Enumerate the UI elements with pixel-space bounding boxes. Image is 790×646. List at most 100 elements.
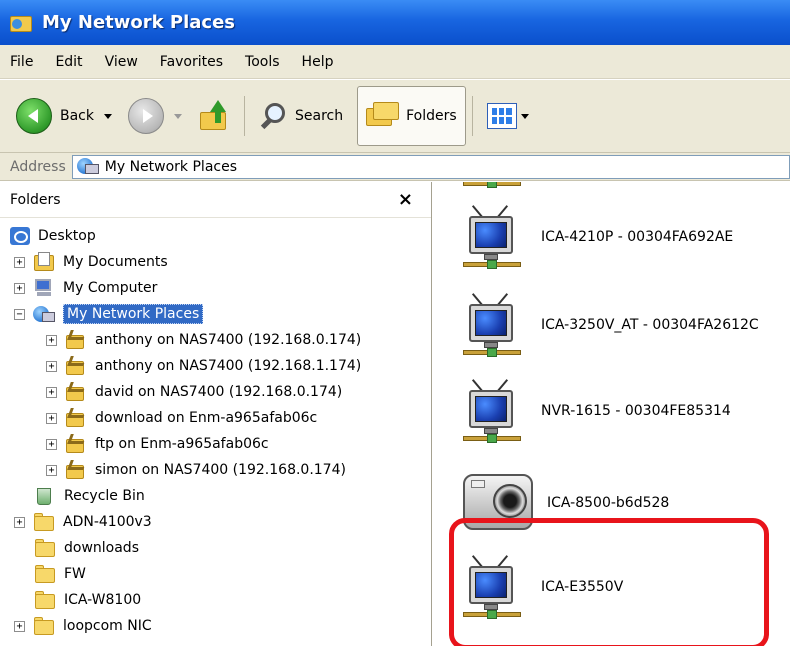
tree-item-label: simon on NAS7400 (192.168.0.174) — [95, 462, 346, 478]
menu-bar: File Edit View Favorites Tools Help — [0, 45, 790, 79]
menu-view[interactable]: View — [105, 54, 138, 70]
tree-item-my-computer[interactable]: + My Computer — [14, 275, 157, 301]
search-icon — [259, 101, 289, 131]
desktop-icon — [10, 227, 30, 245]
device-label: ICA-E3550V — [541, 579, 624, 595]
network-camera-icon — [463, 182, 529, 188]
network-places-icon — [76, 157, 99, 176]
views-icon — [486, 103, 517, 129]
my-computer-icon — [33, 278, 55, 298]
tree-item-share[interactable]: + david on NAS7400 (192.168.0.174) — [46, 379, 342, 405]
tree-item-folder[interactable]: FW — [34, 561, 86, 587]
tree-item-label: Desktop — [38, 228, 96, 244]
device-item[interactable]: ICA-4210P - 00304FA692AE — [463, 202, 733, 272]
device-item[interactable]: ICA-3250V_AT - 00304FA2612C — [463, 290, 759, 360]
tree-item-label: Recycle Bin — [64, 488, 145, 504]
title-bar: My Network Places — [0, 0, 790, 45]
tree-item-label: loopcom NIC — [63, 618, 152, 634]
folders-pane-title: Folders — [10, 191, 61, 208]
expand-icon[interactable]: + — [46, 386, 57, 398]
network-camera-icon — [463, 202, 529, 272]
tree-item-label: anthony on NAS7400 (192.168.0.174) — [95, 332, 362, 348]
device-item[interactable]: NVR-1615 - 00304FE85314 — [463, 376, 731, 446]
up-button[interactable] — [190, 88, 238, 144]
device-item-selected-target[interactable]: ICA-E3550V — [463, 552, 623, 622]
tree-item-label: ADN-4100v3 — [63, 514, 152, 530]
tree-item-label: downloads — [64, 540, 139, 556]
tree-item-share[interactable]: + ftp on Enm-a965afab06c — [46, 431, 269, 457]
device-item[interactable]: ICA-8500-b6d528 — [463, 470, 669, 536]
content-pane: ICA-4210P - 00304FA692AE ICA-3250V_AT - … — [433, 182, 790, 646]
forward-dropdown-icon[interactable] — [174, 113, 182, 119]
address-value: My Network Places — [104, 158, 237, 175]
network-share-icon — [65, 408, 87, 428]
tree-item-label: ICA-W8100 — [64, 592, 142, 608]
device-label: NVR-1615 - 00304FE85314 — [541, 403, 731, 419]
tree-item-label: My Documents — [63, 254, 168, 270]
tree-item-share[interactable]: + download on Enm-a965afab06c — [46, 405, 317, 431]
tree-item-folder[interactable]: + ADN-4100v3 — [14, 509, 152, 535]
menu-favorites[interactable]: Favorites — [160, 54, 223, 70]
camera-icon — [463, 470, 535, 536]
toolbar-separator — [471, 96, 473, 136]
menu-help[interactable]: Help — [302, 54, 334, 70]
views-button[interactable] — [479, 88, 537, 144]
search-label: Search — [295, 108, 344, 124]
device-label: ICA-3250V_AT - 00304FA2612C — [541, 317, 759, 333]
back-label: Back — [60, 108, 94, 124]
back-arrow-icon — [16, 98, 52, 134]
network-share-icon — [65, 356, 87, 376]
tree-item-desktop[interactable]: Desktop — [10, 223, 96, 249]
menu-file[interactable]: File — [10, 54, 33, 70]
device-label: ICA-4210P - 00304FA692AE — [541, 229, 734, 245]
expand-icon[interactable]: + — [46, 412, 57, 424]
address-field[interactable]: My Network Places — [71, 154, 790, 179]
menu-edit[interactable]: Edit — [55, 54, 82, 70]
collapse-icon[interactable]: − — [14, 308, 25, 320]
tree-item-my-network-places[interactable]: − My Network Places — [14, 301, 204, 327]
folders-pane: Folders × Desktop + My Documents + My Co… — [0, 182, 432, 646]
back-dropdown-icon[interactable] — [104, 113, 112, 119]
folders-icon — [366, 102, 400, 130]
close-icon[interactable]: × — [398, 189, 413, 210]
folder-icon — [33, 616, 55, 636]
device-label: ICA-8500-b6d528 — [547, 495, 670, 511]
forward-button[interactable] — [120, 88, 190, 144]
folder-up-icon — [198, 100, 230, 132]
tree-item-share[interactable]: + anthony on NAS7400 (192.168.1.174) — [46, 353, 361, 379]
expand-icon[interactable]: + — [46, 438, 57, 450]
tree-item-share[interactable]: + anthony on NAS7400 (192.168.0.174) — [46, 327, 361, 353]
menu-tools[interactable]: Tools — [245, 54, 280, 70]
tree-item-folder[interactable]: downloads — [34, 535, 139, 561]
expand-icon[interactable]: + — [14, 620, 25, 632]
expand-icon[interactable]: + — [14, 516, 25, 528]
folder-icon — [34, 590, 56, 610]
tree-item-label: anthony on NAS7400 (192.168.1.174) — [95, 358, 362, 374]
folder-icon — [34, 538, 56, 558]
expand-icon[interactable]: + — [46, 360, 57, 372]
tree-item-label-selected: My Network Places — [63, 304, 204, 324]
folder-icon — [33, 512, 55, 532]
my-network-places-icon — [33, 304, 55, 324]
folder-icon — [34, 564, 56, 584]
tree-item-share[interactable]: + simon on NAS7400 (192.168.0.174) — [46, 457, 346, 483]
expand-icon[interactable]: + — [14, 256, 25, 268]
folders-pane-header: Folders × — [0, 182, 431, 218]
tree-item-folder[interactable]: + loopcom NIC — [14, 613, 152, 639]
address-bar: Address My Network Places — [0, 153, 790, 181]
views-dropdown-icon[interactable] — [520, 113, 529, 119]
search-button[interactable]: Search — [251, 88, 351, 144]
back-button[interactable]: Back — [8, 88, 120, 144]
expand-icon[interactable]: + — [46, 334, 57, 346]
tree-item-recycle-bin[interactable]: Recycle Bin — [34, 483, 145, 509]
folders-button[interactable]: Folders — [357, 86, 466, 146]
expand-icon[interactable]: + — [14, 282, 25, 294]
toolbar-separator — [244, 96, 245, 136]
tree-item-my-documents[interactable]: + My Documents — [14, 249, 168, 275]
network-share-icon — [65, 434, 87, 454]
network-camera-icon — [463, 290, 529, 360]
forward-arrow-icon — [128, 98, 164, 134]
expand-icon[interactable]: + — [46, 464, 57, 476]
tree-item-label: download on Enm-a965afab06c — [95, 410, 318, 426]
tree-item-folder[interactable]: ICA-W8100 — [34, 587, 141, 613]
